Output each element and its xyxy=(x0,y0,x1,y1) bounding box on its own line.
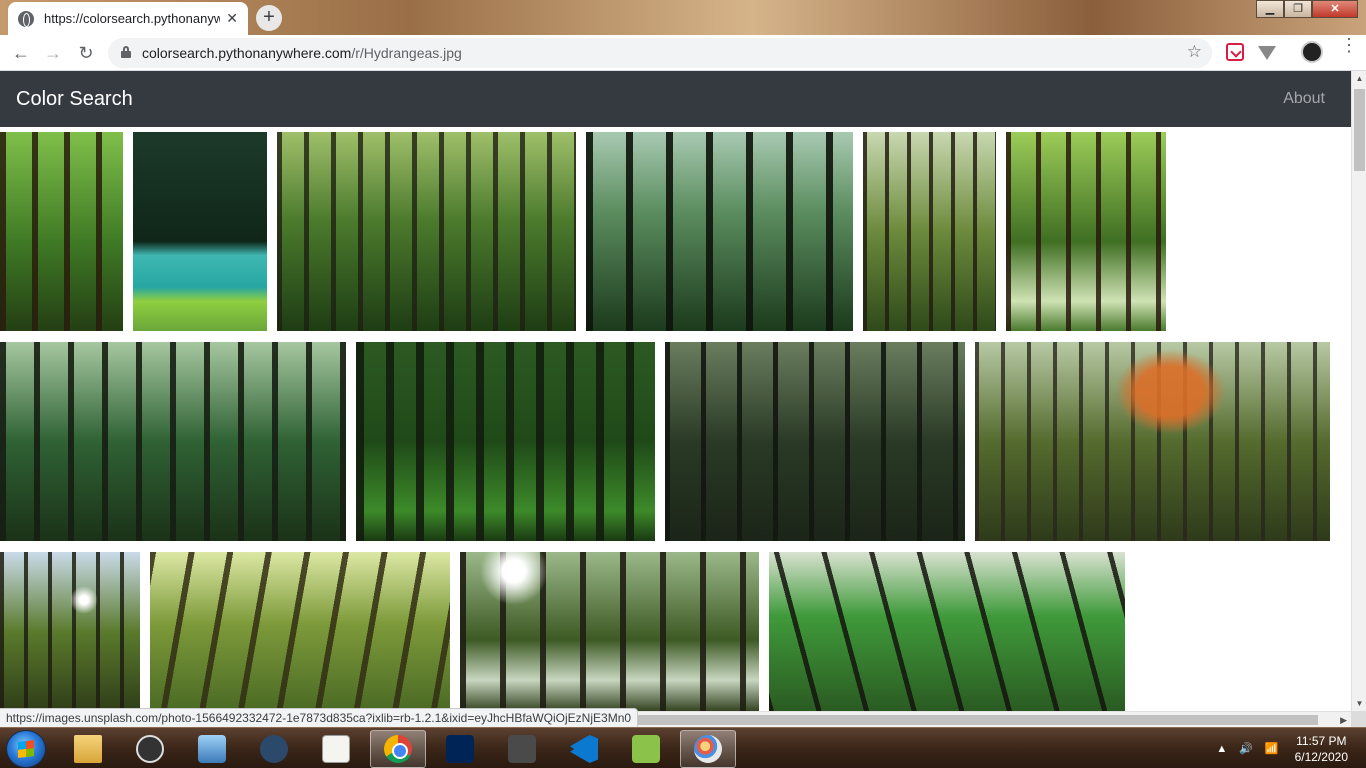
site-navbar: Color Search About xyxy=(0,71,1351,127)
file-explorer-icon xyxy=(74,735,102,763)
powershell-icon xyxy=(446,735,474,763)
extension-v-icon[interactable] xyxy=(1258,46,1276,60)
scrollbar-corner xyxy=(1351,711,1366,727)
url-text[interactable]: colorsearch.pythonanywhere.com/r/Hydrang… xyxy=(142,45,462,61)
network-signal-icon[interactable]: 📶 xyxy=(1265,742,1279,755)
forest-photo-5[interactable] xyxy=(863,132,996,331)
control-panel-taskbar-button[interactable] xyxy=(184,730,240,768)
forward-button[interactable]: → xyxy=(41,41,65,65)
kmplayer-taskbar-button[interactable] xyxy=(246,730,302,768)
chrome-icon xyxy=(384,735,412,763)
forest-photo-11[interactable] xyxy=(0,552,140,711)
forest-photo-2[interactable] xyxy=(133,132,267,331)
forest-photo-3[interactable] xyxy=(277,132,576,331)
forest-photo-7[interactable] xyxy=(0,342,346,541)
scroll-right-icon[interactable]: ▶ xyxy=(1340,712,1347,728)
about-link[interactable]: About xyxy=(1283,90,1325,108)
browser-tab[interactable]: https://colorsearch.pythonanywh ✕ xyxy=(8,2,248,35)
forest-photo-8[interactable] xyxy=(356,342,655,541)
profile-avatar[interactable] xyxy=(1301,41,1323,63)
browser-toolbar: ← → ↻ colorsearch.pythonanywhere.com/r/H… xyxy=(0,35,1366,71)
vertical-scrollbar[interactable]: ▲ ▼ xyxy=(1351,71,1366,711)
chrome-taskbar-button[interactable] xyxy=(370,730,426,768)
system-tray: ▲ 🔊 📶 11:57 PM 6/12/2020 xyxy=(1210,728,1366,768)
forest-photo-6[interactable] xyxy=(1006,132,1166,331)
windows-taskbar: ▲ 🔊 📶 11:57 PM 6/12/2020 xyxy=(0,727,1366,768)
vertical-scroll-thumb[interactable] xyxy=(1354,89,1365,171)
vscode-taskbar-button[interactable] xyxy=(556,730,612,768)
maximize-button[interactable]: ❐ xyxy=(1284,0,1312,18)
sublime-text-taskbar-button[interactable] xyxy=(494,730,550,768)
image-gallery xyxy=(0,127,1351,711)
forest-photo-9[interactable] xyxy=(665,342,965,541)
tab-close-icon[interactable]: ✕ xyxy=(226,10,238,27)
powershell-taskbar-button[interactable] xyxy=(432,730,488,768)
file-explorer-taskbar-button[interactable] xyxy=(60,730,116,768)
clock-time: 11:57 PM xyxy=(1296,733,1347,748)
browser-menu-icon[interactable]: ⋮ xyxy=(1340,36,1358,54)
vscode-icon xyxy=(570,735,598,763)
lock-icon[interactable] xyxy=(121,46,131,58)
forest-photo-4[interactable] xyxy=(586,132,853,331)
obs-taskbar-button[interactable] xyxy=(122,730,178,768)
forest-photo-14[interactable] xyxy=(769,552,1125,711)
forest-photo-10[interactable] xyxy=(975,342,1330,541)
globe-icon xyxy=(18,10,34,27)
pocket-extension-icon[interactable] xyxy=(1226,43,1244,61)
forest-photo-13[interactable] xyxy=(460,552,759,711)
new-tab-button[interactable]: + xyxy=(256,5,282,31)
obs-icon xyxy=(136,735,164,763)
tray-expand-icon[interactable]: ▲ xyxy=(1216,743,1227,755)
forest-photo-12[interactable] xyxy=(150,552,450,711)
scroll-down-icon[interactable]: ▼ xyxy=(1352,696,1366,711)
browser-tabstrip: https://colorsearch.pythonanywh ✕ + ▁ ❐ … xyxy=(0,0,1366,35)
back-button[interactable]: ← xyxy=(9,41,33,65)
document-taskbar-button[interactable] xyxy=(308,730,364,768)
control-panel-icon xyxy=(198,735,226,763)
clock-date: 6/12/2020 xyxy=(1294,749,1348,764)
window-controls: ▁ ❐ ✕ xyxy=(1256,0,1358,18)
close-window-button[interactable]: ✕ xyxy=(1312,0,1358,18)
link-status-bar: https://images.unsplash.com/photo-156649… xyxy=(0,708,639,728)
paint-icon xyxy=(694,735,722,763)
document-icon xyxy=(322,735,350,763)
paint-taskbar-button[interactable] xyxy=(680,730,736,768)
system-clock[interactable]: 11:57 PM 6/12/2020 xyxy=(1295,733,1348,765)
lambda-app-icon xyxy=(632,735,660,763)
start-button[interactable] xyxy=(6,730,46,768)
reload-button[interactable]: ↻ xyxy=(74,41,98,65)
tab-title: https://colorsearch.pythonanywh xyxy=(44,11,220,26)
brand-link[interactable]: Color Search xyxy=(16,88,133,111)
volume-icon[interactable]: 🔊 xyxy=(1239,742,1253,755)
address-bar[interactable]: colorsearch.pythonanywhere.com/r/Hydrang… xyxy=(108,38,1212,68)
kmplayer-icon xyxy=(260,735,288,763)
bookmark-star-icon[interactable]: ☆ xyxy=(1187,42,1202,62)
lambda-app-taskbar-button[interactable] xyxy=(618,730,674,768)
sublime-text-icon xyxy=(508,735,536,763)
minimize-button[interactable]: ▁ xyxy=(1256,0,1284,18)
scroll-up-icon[interactable]: ▲ xyxy=(1352,71,1366,86)
forest-photo-1[interactable] xyxy=(0,132,123,331)
